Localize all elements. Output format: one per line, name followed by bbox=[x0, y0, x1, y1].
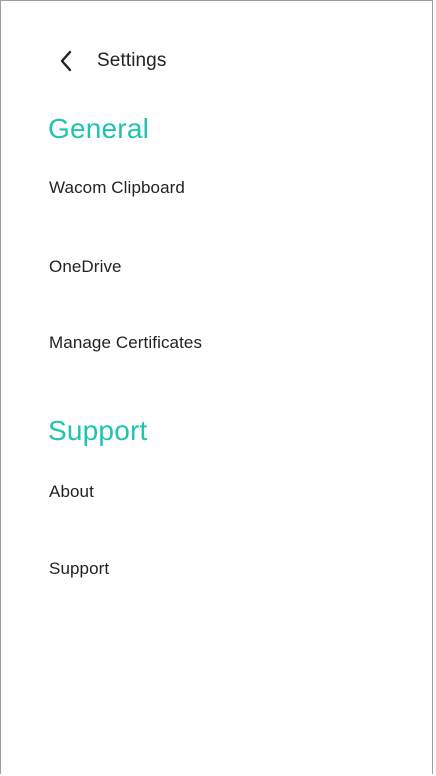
settings-screen: Settings General Wacom Clipboard OneDriv… bbox=[0, 0, 433, 774]
header-bar: Settings bbox=[49, 45, 166, 77]
page-title: Settings bbox=[97, 50, 167, 71]
settings-item-wacom-clipboard[interactable]: Wacom Clipboard bbox=[49, 178, 185, 198]
section-heading-general: General bbox=[48, 113, 150, 144]
settings-item-onedrive[interactable]: OneDrive bbox=[49, 257, 122, 277]
chevron-left-icon bbox=[60, 50, 72, 72]
settings-item-support[interactable]: Support bbox=[49, 559, 109, 579]
section-heading-support: Support bbox=[48, 415, 148, 446]
settings-item-manage-certificates[interactable]: Manage Certificates bbox=[49, 333, 202, 353]
back-button[interactable] bbox=[59, 45, 87, 77]
settings-item-about[interactable]: About bbox=[49, 482, 94, 502]
